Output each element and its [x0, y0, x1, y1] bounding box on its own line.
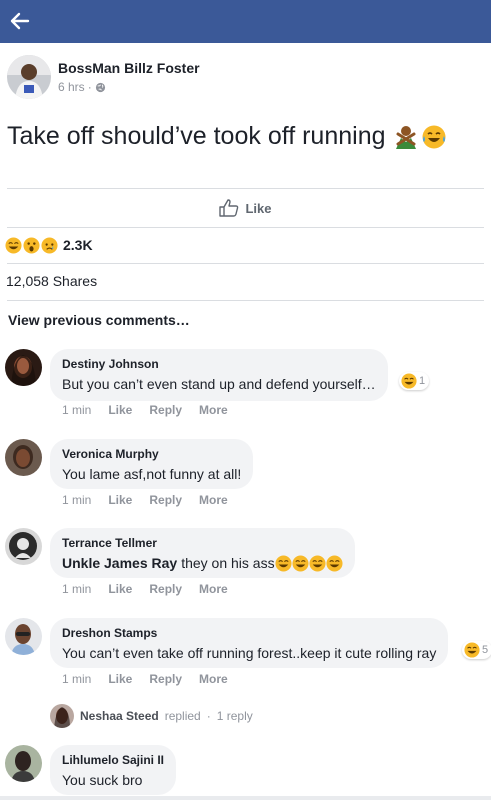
comment-reply-button[interactable]: Reply: [149, 493, 182, 507]
comment-like-button[interactable]: Like: [108, 672, 132, 686]
comment-time[interactable]: 1 min: [62, 672, 91, 686]
divider: [7, 300, 484, 301]
reply-preview[interactable]: Neshaa Steed replied · 1 reply: [50, 704, 253, 728]
comment-like-button[interactable]: Like: [108, 582, 132, 596]
wow-emoji: [23, 236, 40, 254]
man-gesturing-no-emoji: [395, 125, 416, 149]
laughing-tears-emoji: [275, 555, 292, 572]
avatar[interactable]: [5, 439, 42, 476]
comment-author[interactable]: Lihlumelo Sajini II: [62, 752, 164, 768]
divider: [7, 263, 484, 264]
mention-link[interactable]: Unkle James Ray: [62, 554, 177, 573]
comment-body: You can’t even take off running forest..…: [62, 645, 437, 661]
laughing-tears-emoji: [326, 555, 343, 572]
avatar[interactable]: [5, 618, 42, 655]
avatar[interactable]: [5, 528, 42, 565]
comment-author[interactable]: Terrance Tellmer: [62, 535, 343, 551]
comment-like-button[interactable]: Like: [108, 493, 132, 507]
laughing-emoji: [401, 373, 417, 389]
avatar: [50, 704, 74, 728]
globe-icon: [95, 82, 105, 92]
bottom-edge: [0, 796, 491, 800]
comment-body: they on his ass: [181, 555, 275, 571]
arrow-left-icon: [10, 12, 30, 30]
comment-text: But you can’t even stand up and defend y…: [62, 375, 376, 394]
comment-actions: 1 min Like Reply More: [62, 672, 228, 686]
comment-author[interactable]: Veronica Murphy: [62, 446, 241, 462]
sad-emoji: [41, 236, 58, 254]
comment-text: You lame asf,not funny at all!: [62, 465, 241, 484]
post-header: BossMan Billz Foster 6 hrs ·: [0, 43, 491, 105]
reply-verb: replied: [164, 709, 201, 723]
laughing-tears-emoji: [309, 555, 326, 572]
laughing-emoji: [464, 642, 480, 658]
comment-author[interactable]: Dreshon Stamps: [62, 625, 436, 641]
comment-time[interactable]: 1 min: [62, 582, 91, 596]
back-button[interactable]: [6, 7, 34, 35]
comment-text: Unkle James Ray they on his ass: [62, 554, 343, 573]
comment-more-button[interactable]: More: [199, 672, 228, 686]
reply-author[interactable]: Neshaa Steed: [80, 709, 159, 723]
comment-reaction-badge[interactable]: 5: [462, 641, 491, 659]
comment-like-button[interactable]: Like: [108, 403, 132, 417]
comment-reaction-badge[interactable]: 1: [399, 372, 430, 390]
comment-body: You suck bro: [62, 772, 143, 788]
comment-reply-button[interactable]: Reply: [149, 403, 182, 417]
post-text-body: Take off should’ve took off running: [7, 122, 386, 150]
comment-bubble[interactable]: Lihlumelo Sajini II You suck bro: [50, 745, 177, 795]
comment-actions: 1 min Like Reply More: [62, 493, 228, 507]
comment-more-button[interactable]: More: [199, 582, 228, 596]
comment-text: You can’t even take off running forest..…: [62, 644, 436, 663]
thumbs-up-icon: [219, 199, 239, 217]
avatar[interactable]: [5, 349, 42, 386]
comment-text: You suck bro: [62, 771, 164, 790]
top-bar: [0, 0, 491, 43]
meta-separator: ·: [87, 80, 92, 94]
comment-reply-button[interactable]: Reply: [149, 582, 182, 596]
reply-count[interactable]: 1 reply: [217, 709, 253, 723]
comment-bubble[interactable]: Dreshon Stamps You can’t even take off r…: [50, 618, 449, 668]
shares-count[interactable]: 12,058 Shares: [6, 273, 97, 289]
comment-body: You lame asf,not funny at all!: [62, 466, 242, 482]
reactions-summary[interactable]: 2.3K: [0, 227, 491, 263]
comment-body: But you can’t even stand up and defend y…: [62, 376, 376, 392]
reactions-count: 2.3K: [63, 237, 93, 253]
like-label: Like: [245, 200, 272, 216]
reaction-count: 1: [419, 375, 426, 387]
comment-more-button[interactable]: More: [199, 403, 228, 417]
comment-time[interactable]: 1 min: [62, 403, 91, 417]
like-button[interactable]: Like: [0, 189, 491, 227]
comment-more-button[interactable]: More: [199, 493, 228, 507]
laughing-emoji: [5, 236, 22, 254]
comment-bubble[interactable]: Veronica Murphy You lame asf,not funny a…: [50, 439, 254, 489]
reaction-count: 5: [482, 644, 489, 656]
comment-reply-button[interactable]: Reply: [149, 672, 182, 686]
comment-actions: 1 min Like Reply More: [62, 582, 228, 596]
laughing-tears-emoji: [422, 125, 446, 148]
comment-time[interactable]: 1 min: [62, 493, 91, 507]
post-text: Take off should’ve took off running: [7, 122, 447, 151]
comment-actions: 1 min Like Reply More: [62, 403, 228, 417]
comment-bubble[interactable]: Terrance Tellmer Unkle James Ray they on…: [50, 528, 355, 578]
post-author[interactable]: BossMan Billz Foster: [58, 60, 200, 76]
comment-bubble[interactable]: Destiny Johnson But you can’t even stand…: [50, 349, 388, 401]
view-previous-comments[interactable]: View previous comments…: [8, 312, 190, 328]
comment-author[interactable]: Destiny Johnson: [62, 356, 376, 372]
avatar[interactable]: [5, 745, 42, 782]
laughing-tears-emoji: [292, 555, 309, 572]
post-time[interactable]: 6 hrs: [58, 80, 85, 94]
post-meta: 6 hrs ·: [58, 80, 106, 94]
reply-separator: ·: [206, 709, 211, 723]
avatar[interactable]: [7, 55, 51, 99]
